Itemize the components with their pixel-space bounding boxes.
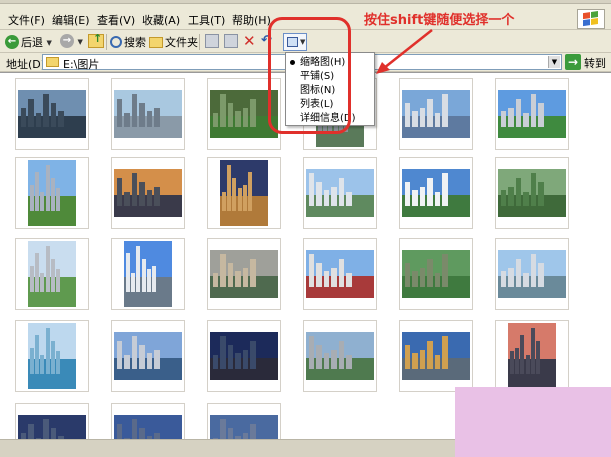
decorative-corner-overlay	[455, 387, 611, 457]
forward-dropdown-icon[interactable]: ▼	[78, 38, 83, 46]
menu-edit[interactable]: 编辑(E)	[52, 12, 90, 28]
back-label: 后退	[21, 36, 43, 49]
image-thumbnail[interactable]	[111, 320, 185, 392]
folders-icon	[149, 36, 163, 48]
folders-label: 文件夹	[165, 36, 198, 49]
thumbnail-image	[508, 323, 556, 389]
image-thumbnail[interactable]	[399, 78, 473, 150]
toolbar-separator	[199, 34, 200, 50]
menu-favorites[interactable]: 收藏(A)	[142, 12, 180, 28]
thumbnail-image	[114, 90, 182, 138]
annotation-arrow-icon	[376, 29, 433, 74]
forward-arrow-icon: →	[60, 34, 74, 48]
image-thumbnail[interactable]	[303, 320, 377, 392]
thumbnail-image	[28, 323, 76, 389]
menu-file[interactable]: 文件(F)	[8, 12, 45, 28]
image-thumbnail[interactable]	[111, 238, 185, 310]
image-thumbnail[interactable]	[15, 238, 89, 310]
image-thumbnail[interactable]	[399, 157, 473, 229]
thumbnail-image	[210, 250, 278, 298]
image-thumbnail[interactable]	[111, 157, 185, 229]
thumbnail-image	[124, 241, 172, 307]
image-thumbnail[interactable]	[495, 78, 569, 150]
toolbar-separator	[106, 34, 107, 50]
thumbnail-image	[114, 169, 182, 217]
menu-help[interactable]: 帮助(H)	[232, 12, 271, 28]
menu-tools[interactable]: 工具(T)	[188, 12, 225, 28]
thumbnail-image	[498, 250, 566, 298]
address-value: E:\图片	[63, 58, 100, 71]
thumbnail-image	[402, 250, 470, 298]
windows-logo-icon	[577, 9, 605, 29]
image-thumbnail[interactable]	[207, 238, 281, 310]
thumbnail-image	[28, 241, 76, 307]
back-dropdown-icon[interactable]: ▼	[47, 39, 52, 47]
image-thumbnail[interactable]	[15, 157, 89, 229]
thumbnail-image	[498, 169, 566, 217]
move-to-icon	[205, 34, 219, 48]
address-label: 地址(D)	[6, 58, 46, 71]
thumbnail-image	[402, 90, 470, 138]
thumbnail-image	[210, 332, 278, 380]
folder-icon	[46, 57, 59, 67]
annotation-text: 按住shift键随便选择一个	[364, 13, 515, 28]
back-button[interactable]: ← 后退 ▼	[5, 34, 52, 50]
delete-icon[interactable]: ✕	[243, 32, 256, 50]
thumbnail-image	[498, 90, 566, 138]
thumbnail-image	[402, 332, 470, 380]
image-thumbnail[interactable]	[15, 320, 89, 392]
search-button[interactable]: 搜索	[110, 34, 146, 50]
thumbnail-image	[220, 160, 268, 226]
image-thumbnail[interactable]	[303, 157, 377, 229]
image-thumbnail[interactable]	[15, 78, 89, 150]
image-thumbnail[interactable]	[399, 238, 473, 310]
thumbnail-image	[306, 250, 374, 298]
up-folder-button[interactable]: ↑	[88, 32, 104, 50]
forward-button[interactable]: → ▼	[60, 34, 83, 50]
go-label: 转到	[584, 57, 606, 70]
image-thumbnail[interactable]	[495, 320, 569, 392]
address-dropdown-icon[interactable]: ▼	[548, 56, 560, 68]
thumbnail-image	[402, 169, 470, 217]
folder-up-icon: ↑	[88, 32, 104, 48]
folders-button[interactable]: 文件夹	[149, 34, 198, 50]
search-icon	[110, 36, 122, 48]
image-thumbnail[interactable]	[207, 320, 281, 392]
thumbnail-image	[18, 90, 86, 138]
back-arrow-icon: ←	[5, 35, 19, 49]
thumbnail-image	[114, 332, 182, 380]
image-thumbnail[interactable]	[111, 78, 185, 150]
image-thumbnail[interactable]	[207, 157, 281, 229]
image-thumbnail[interactable]	[399, 320, 473, 392]
go-button[interactable]: → 转到	[565, 54, 607, 70]
go-arrow-icon: →	[565, 54, 581, 70]
image-thumbnail[interactable]	[303, 238, 377, 310]
menu-view[interactable]: 查看(V)	[97, 12, 135, 28]
image-thumbnail[interactable]	[495, 238, 569, 310]
copy-to-icon	[224, 34, 238, 48]
copy-to-button[interactable]	[224, 34, 238, 50]
annotation-highlight-box	[268, 17, 351, 134]
image-thumbnail[interactable]	[495, 157, 569, 229]
search-label: 搜索	[124, 36, 146, 49]
thumbnail-image	[28, 160, 76, 226]
thumbnail-image	[306, 169, 374, 217]
move-to-button[interactable]	[205, 34, 219, 50]
thumbnail-image	[306, 332, 374, 380]
